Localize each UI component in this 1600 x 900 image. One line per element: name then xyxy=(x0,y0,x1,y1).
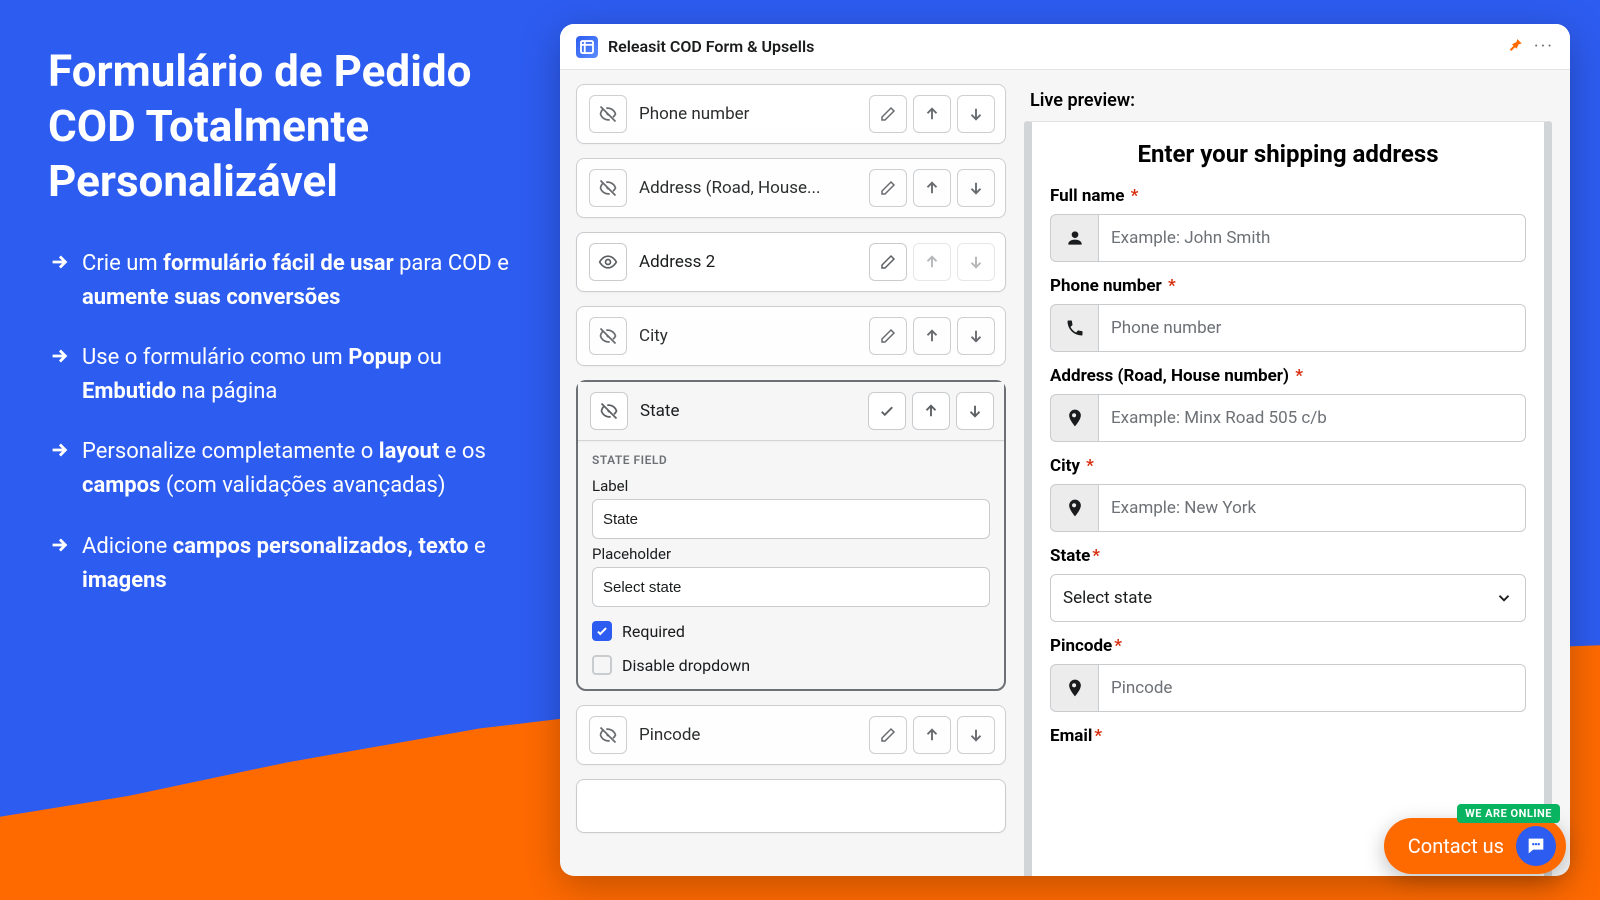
pin-icon xyxy=(1050,394,1098,442)
disable-dropdown-checkbox[interactable]: Disable dropdown xyxy=(592,655,990,675)
move-up-button[interactable] xyxy=(912,392,950,430)
online-badge: WE ARE ONLINE xyxy=(1457,804,1560,823)
field-label: Address (Road, House... xyxy=(635,178,861,198)
field-row-city: City xyxy=(576,306,1006,366)
edit-button[interactable] xyxy=(869,243,907,281)
live-preview: Live preview: Enter your shipping addres… xyxy=(1022,70,1570,876)
visibility-toggle[interactable] xyxy=(590,392,628,430)
preview-label-state: State* xyxy=(1050,546,1526,566)
preview-label-phone: Phone number * xyxy=(1050,276,1526,296)
visibility-toggle[interactable] xyxy=(589,716,627,754)
label-label: Label xyxy=(592,477,990,495)
edit-button[interactable] xyxy=(869,317,907,355)
edit-button[interactable] xyxy=(869,169,907,207)
label-input[interactable] xyxy=(592,499,990,539)
section-heading: STATE FIELD xyxy=(592,453,990,467)
marketing-bullet: Use o formulário como um Popup ou Embuti… xyxy=(48,341,528,409)
kebab-menu-icon[interactable]: ··· xyxy=(1534,36,1554,57)
field-row-pincode: Pincode xyxy=(576,705,1006,765)
move-down-button[interactable] xyxy=(957,716,995,754)
edit-button[interactable] xyxy=(869,95,907,133)
chat-bubble-icon xyxy=(1516,826,1556,866)
checkbox-checked-icon xyxy=(592,621,612,641)
move-up-button[interactable] xyxy=(913,317,951,355)
preview-field-address[interactable]: Example: Minx Road 505 c/b xyxy=(1050,394,1526,442)
preview-field-fullname[interactable]: Example: John Smith xyxy=(1050,214,1526,262)
move-up-button xyxy=(913,243,951,281)
contact-us-button[interactable]: WE ARE ONLINE Contact us xyxy=(1384,818,1566,874)
field-row-address1: Address (Road, House... xyxy=(576,158,1006,218)
placeholder-input[interactable] xyxy=(592,567,990,607)
field-label: Address 2 xyxy=(635,252,861,272)
visibility-toggle[interactable] xyxy=(589,317,627,355)
field-label: Pincode xyxy=(635,725,861,745)
live-preview-title: Live preview: xyxy=(1024,84,1552,121)
contact-label: Contact us xyxy=(1408,834,1504,858)
preview-label-city: City * xyxy=(1050,456,1526,476)
marketing-bullet: Adicione campos personalizados, texto e … xyxy=(48,530,528,598)
field-row-phone: Phone number xyxy=(576,84,1006,144)
move-down-button[interactable] xyxy=(957,317,995,355)
move-down-button[interactable] xyxy=(957,169,995,207)
preview-select-state[interactable]: Select state xyxy=(1050,574,1526,622)
person-icon xyxy=(1050,214,1098,262)
move-up-button[interactable] xyxy=(913,716,951,754)
move-down-button xyxy=(957,243,995,281)
placeholder-label: Placeholder xyxy=(592,545,990,563)
marketing-bullet: Personalize completamente o layout e os … xyxy=(48,435,528,503)
visibility-toggle[interactable] xyxy=(589,169,627,207)
field-label: Phone number xyxy=(635,104,861,124)
field-state-expanded: State xyxy=(576,380,1006,691)
phone-icon xyxy=(1050,304,1098,352)
marketing-panel: Formulário de Pedido COD Totalmente Pers… xyxy=(48,44,528,624)
app-logo-icon xyxy=(576,36,598,58)
checkbox-empty-icon xyxy=(592,655,612,675)
visibility-toggle[interactable] xyxy=(589,95,627,133)
field-row-address2: Address 2 xyxy=(576,232,1006,292)
preview-label-email: Email* xyxy=(1050,726,1526,746)
pin-icon xyxy=(1050,484,1098,532)
preview-field-phone[interactable]: Phone number xyxy=(1050,304,1526,352)
move-up-button[interactable] xyxy=(913,169,951,207)
chevron-down-icon xyxy=(1495,589,1513,607)
visibility-toggle[interactable] xyxy=(589,243,627,281)
edit-button[interactable] xyxy=(869,716,907,754)
confirm-button[interactable] xyxy=(868,392,906,430)
preview-field-city[interactable]: Example: New York xyxy=(1050,484,1526,532)
pin-icon[interactable] xyxy=(1506,36,1524,58)
preview-field-pincode[interactable]: Pincode xyxy=(1050,664,1526,712)
field-label: State xyxy=(636,401,860,421)
app-title: Releasit COD Form & Upsells xyxy=(608,37,814,56)
app-window: Releasit COD Form & Upsells ··· Phone nu… xyxy=(560,24,1570,876)
move-up-button[interactable] xyxy=(913,95,951,133)
move-down-button[interactable] xyxy=(956,392,994,430)
preview-label-pincode: Pincode* xyxy=(1050,636,1526,656)
field-row-placeholder xyxy=(576,779,1006,833)
field-label: City xyxy=(635,326,861,346)
form-editor: Phone number Address (Road, House... Addre… xyxy=(560,70,1022,876)
required-checkbox[interactable]: Required xyxy=(592,621,990,641)
move-down-button[interactable] xyxy=(957,95,995,133)
preview-heading: Enter your shipping address xyxy=(1050,140,1526,168)
titlebar: Releasit COD Form & Upsells ··· xyxy=(560,24,1570,70)
marketing-bullet: Crie um formulário fácil de usar para CO… xyxy=(48,247,528,315)
preview-label-address: Address (Road, House number) * xyxy=(1050,366,1526,386)
marketing-headline: Formulário de Pedido COD Totalmente Pers… xyxy=(48,44,528,209)
pin-icon xyxy=(1050,664,1098,712)
preview-label-fullname: Full name * xyxy=(1050,186,1526,206)
preview-frame: Enter your shipping address Full name * E… xyxy=(1024,121,1552,876)
